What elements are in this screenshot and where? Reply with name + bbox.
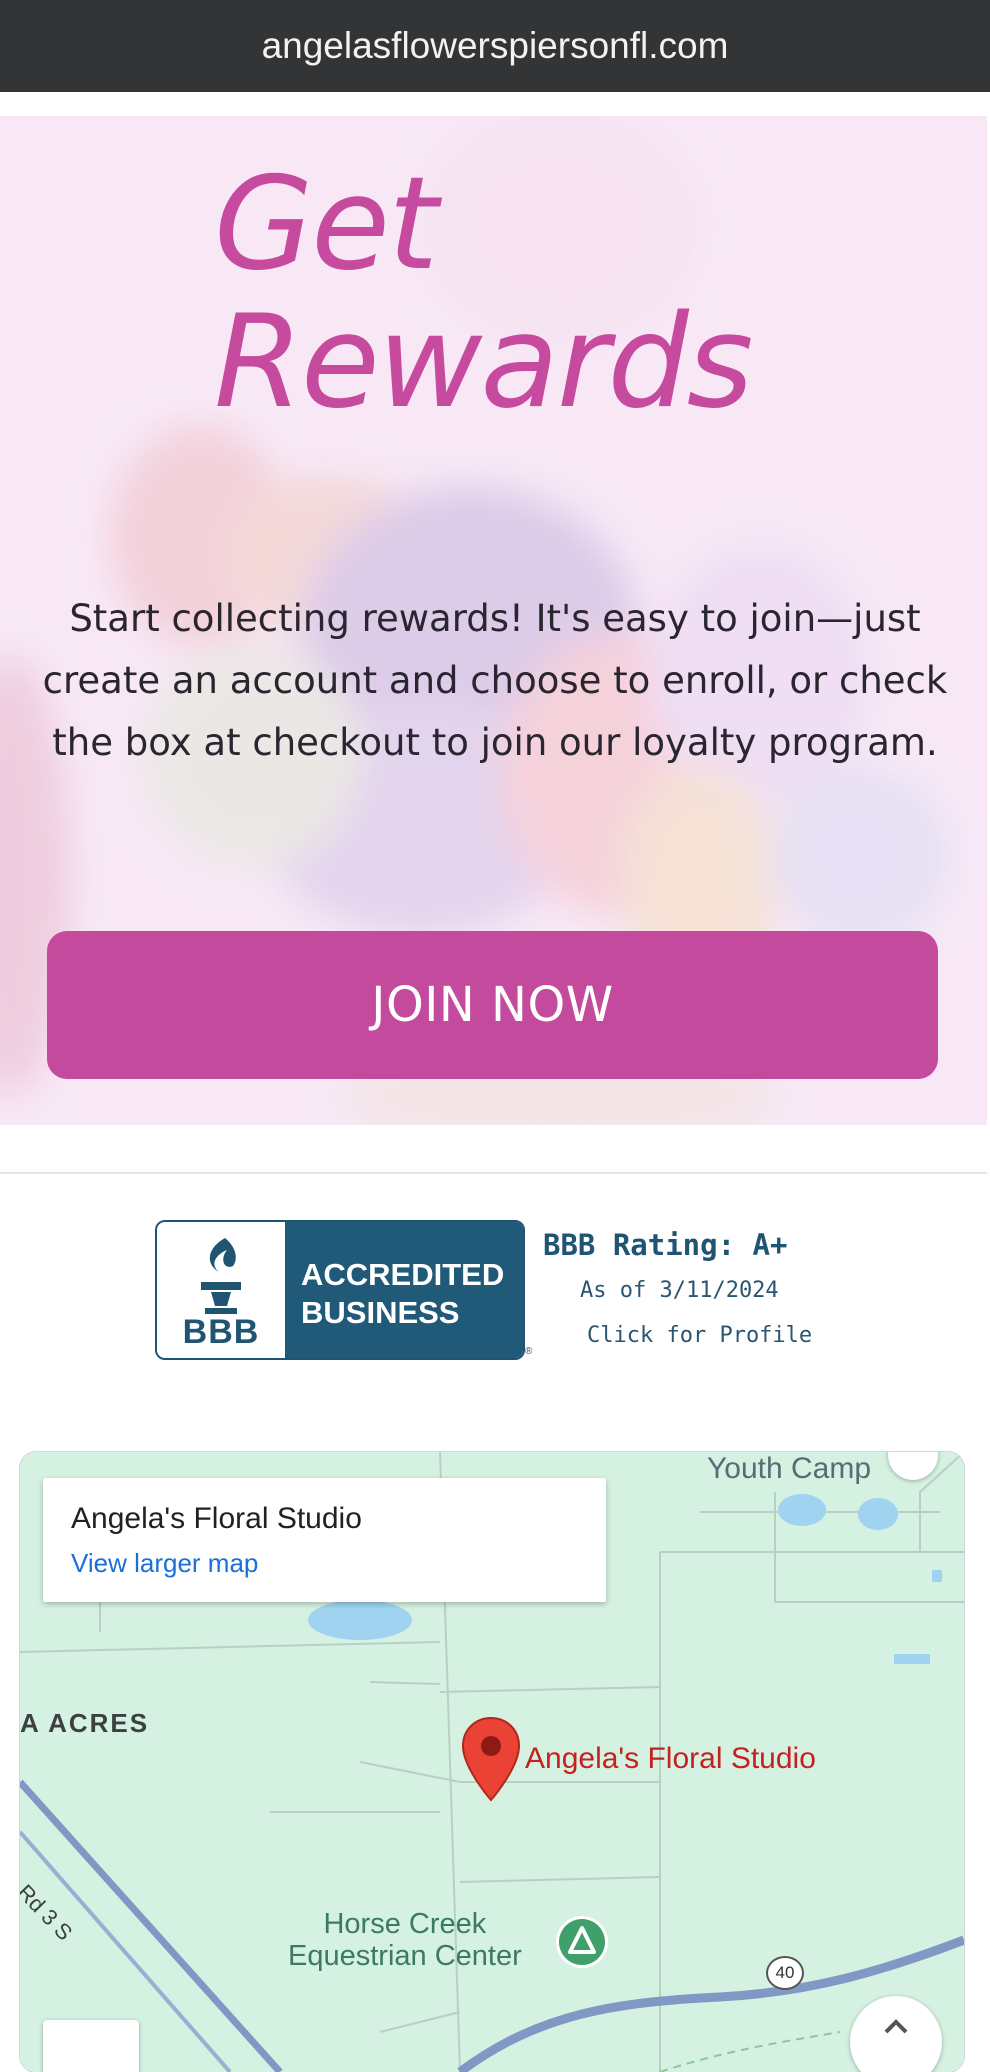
browser-url-bar[interactable]: angelasflowerspiersonfl.com	[0, 0, 990, 92]
fullscreen-button[interactable]	[850, 1996, 942, 2072]
map-label-business: Angela's Floral Studio	[525, 1742, 816, 1775]
map-label-acres: A ACRES	[20, 1708, 150, 1738]
bbb-accredited-text: ACCREDITED BUSINESS	[301, 1256, 504, 1332]
rewards-title: Get Rewards	[214, 150, 753, 437]
campground-icon	[556, 1916, 608, 1968]
rewards-description: Start collecting rewards! It's easy to j…	[42, 597, 948, 764]
bbb-accredited-line2: BUSINESS	[301, 1295, 460, 1330]
map-zoom-control[interactable]	[43, 2020, 139, 2072]
registered-mark: ®	[525, 1346, 533, 1357]
map-place-name: Angela's Floral Studio	[71, 1502, 362, 1535]
rewards-title-line1: Get	[214, 150, 438, 299]
bbb-rating-date: As of 3/11/2024	[580, 1278, 779, 1303]
rewards-hero: Get Rewards Start collecting rewards! It…	[0, 116, 987, 1125]
bbb-accredited-line1: ACCREDITED	[301, 1257, 505, 1292]
map-label-equestrian: Horse Creek Equestrian Center	[288, 1908, 522, 1972]
url-text: angelasflowerspiersonfl.com	[261, 25, 729, 66]
bbb-profile-link[interactable]: Click for Profile	[587, 1323, 812, 1348]
bbb-torch-icon	[201, 1238, 241, 1314]
map-label-equestrian-line2: Equestrian Center	[288, 1940, 522, 1972]
map-info-card: Angela's Floral Studio View larger map	[43, 1478, 606, 1602]
join-now-button[interactable]: JOIN NOW	[47, 931, 938, 1079]
bbb-logo: BBB	[157, 1222, 285, 1358]
embedded-map[interactable]: Youth Camp A ACRES nty Rd 3 S Angela's F…	[20, 1452, 964, 2072]
map-label-youth-camp: Youth Camp	[707, 1452, 872, 1485]
map-pin-icon[interactable]	[460, 1716, 522, 1802]
section-divider	[0, 1172, 987, 1174]
highway-shield: 40	[766, 1956, 804, 1990]
map-label-equestrian-line1: Horse Creek	[323, 1908, 487, 1940]
bbb-accreditation-seal[interactable]: BBB ACCREDITED BUSINESS ® BBB Rating: A+…	[155, 1218, 815, 1366]
view-larger-map-link[interactable]: View larger map	[71, 1548, 258, 1579]
bbb-rating: BBB Rating: A+	[543, 1228, 788, 1262]
rewards-title-line2: Rewards	[214, 288, 753, 437]
bbb-logo-text: BBB	[182, 1313, 260, 1351]
bbb-badge: BBB ACCREDITED BUSINESS	[155, 1220, 525, 1360]
fullscreen-icon	[884, 2019, 908, 2034]
